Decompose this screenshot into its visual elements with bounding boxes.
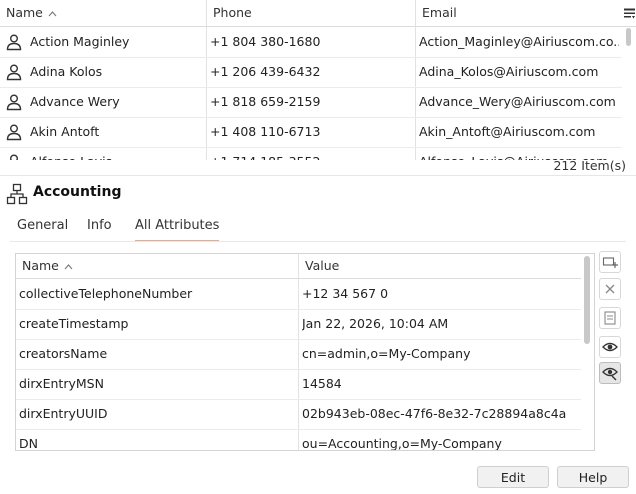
show-icon — [602, 342, 618, 352]
attributes-table: Name Value collectiveTelephoneNumber +12 … — [15, 253, 595, 451]
person-name: Alfonso Lavis — [30, 147, 202, 160]
person-phone: +1 408 110-6713 — [210, 124, 321, 139]
table-row[interactable]: DN ou=Accounting,o=My-Company — [16, 429, 581, 451]
attr-column-header-name[interactable]: Name — [22, 254, 73, 278]
person-phone: +1 804 380-1680 — [210, 34, 321, 49]
person-phone: +1 206 439-6432 — [210, 64, 321, 79]
table-row[interactable]: Action Maginley +1 804 380-1680 Action_Mag… — [0, 27, 622, 58]
column-header-name-label: Name — [6, 5, 43, 20]
edit-button[interactable]: Edit — [477, 466, 549, 488]
table-row[interactable]: creatorsName cn=admin,o=My-Company — [16, 339, 581, 370]
attribute-value: Jan 22, 2026, 10:04 AM — [302, 316, 449, 331]
attribute-name: DN — [19, 436, 38, 451]
item-count: 212 Item(s) — [553, 158, 626, 173]
person-name: Action Maginley — [30, 34, 130, 49]
table-row[interactable]: collectiveTelephoneNumber +12 34 567 0 — [16, 279, 581, 310]
person-name: Adina Kolos — [30, 64, 103, 79]
person-icon — [6, 94, 22, 111]
people-table: Name Phone Email Action Maginley +1 804 3… — [0, 0, 636, 160]
tab-all-attributes[interactable]: All Attributes — [135, 216, 220, 242]
person-icon — [6, 124, 22, 141]
show-hidden-button[interactable] — [599, 336, 621, 358]
table-row[interactable]: Alfonso Lavis+1 714 185-3552Alfonso_Lavi… — [0, 147, 622, 160]
person-email: Advance_Wery@Airiuscom.com — [419, 94, 616, 109]
attribute-name: createTimestamp — [19, 316, 129, 331]
column-header-phone[interactable]: Phone — [213, 0, 252, 26]
attr-column-header-name-label: Name — [22, 258, 59, 273]
tab-general[interactable]: General — [17, 216, 68, 240]
attributes-table-scrollbar[interactable] — [584, 256, 590, 344]
column-header-name[interactable]: Name — [6, 0, 57, 26]
people-table-header: Name Phone Email — [0, 0, 636, 27]
person-icon — [6, 34, 22, 51]
attribute-name: dirxEntryUUID — [19, 406, 108, 421]
attribute-value: +12 34 567 0 — [302, 286, 389, 301]
remove-attribute-button[interactable] — [599, 278, 621, 300]
table-row[interactable]: Adina Kolos +1 206 439-6432 Adina_Kolos@Ai… — [0, 57, 622, 88]
entry-title: Accounting — [33, 184, 122, 200]
attribute-value: 02b943eb-08ec-47f6-8e32-7c28894a8c4a — [302, 406, 567, 421]
sort-ascending-icon — [48, 10, 57, 16]
attribute-value: ou=Accounting,o=My-Company — [302, 436, 502, 451]
person-email: Action_Maginley@Airiuscom.co... — [419, 34, 619, 49]
person-email: Akin_Antoft@Airiuscom.com — [419, 124, 596, 139]
column-header-email[interactable]: Email — [422, 0, 457, 26]
attr-column-header-value[interactable]: Value — [305, 254, 339, 278]
person-name: Advance Wery — [30, 94, 120, 109]
table-row[interactable]: Akin Antoft +1 408 110-6713 Akin_Antoft@Ai… — [0, 117, 622, 148]
table-row[interactable]: dirxEntryMSN 14584 — [16, 369, 581, 400]
org-unit-icon — [6, 183, 28, 205]
attribute-value: 14584 — [302, 376, 342, 391]
form-icon — [604, 311, 616, 325]
person-phone: +1 818 659-2159 — [210, 94, 321, 109]
show-operational-button[interactable] — [599, 362, 621, 384]
table-row[interactable]: Advance Wery +1 818 659-2159 Advance_Wery@… — [0, 87, 622, 118]
attribute-value: cn=admin,o=My-Company — [302, 346, 471, 361]
table-row[interactable]: createTimestamp Jan 22, 2026, 10:04 AM — [16, 309, 581, 340]
table-row[interactable]: dirxEntryUUID 02b943eb-08ec-47f6-8e32-7c2… — [16, 399, 581, 430]
person-icon — [6, 64, 22, 81]
tab-strip-line — [10, 241, 626, 242]
help-button[interactable]: Help — [557, 466, 629, 488]
remove-icon — [605, 284, 615, 294]
form-view-button[interactable] — [599, 307, 621, 329]
attribute-name: dirxEntryMSN — [19, 376, 104, 391]
column-chooser-icon[interactable] — [623, 7, 636, 20]
hide-icon — [602, 367, 618, 381]
tab-info[interactable]: Info — [87, 216, 112, 240]
sort-ascending-icon — [64, 263, 73, 269]
person-phone: +1 714 185-3552 — [210, 147, 410, 160]
attribute-name: collectiveTelephoneNumber — [19, 286, 193, 301]
person-icon — [10, 154, 18, 160]
people-table-scrollbar[interactable] — [626, 28, 631, 46]
add-attribute-button[interactable] — [599, 251, 621, 273]
attribute-name: creatorsName — [19, 346, 108, 361]
add-attribute-icon — [602, 257, 618, 268]
person-name: Akin Antoft — [30, 124, 100, 139]
person-email: Adina_Kolos@Airiuscom.com — [419, 64, 599, 79]
section-divider — [0, 175, 636, 176]
